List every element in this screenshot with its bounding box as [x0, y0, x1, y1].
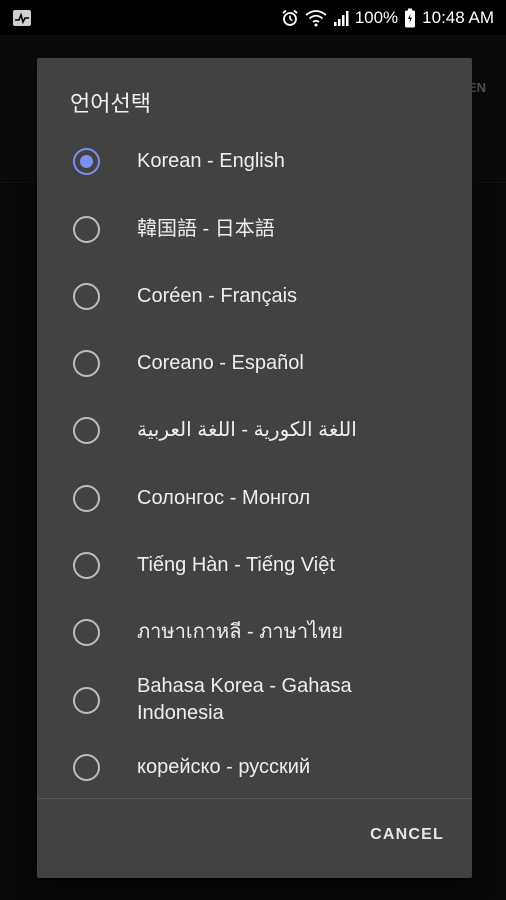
language-option-label: Bahasa Korea - Gahasa Indonesia [137, 675, 352, 724]
status-bar: 100% 10:48 AM [0, 0, 506, 35]
language-option-label: ภาษาเกาหลี - ภาษาไทย [137, 621, 344, 643]
language-option-label: Солонгос - Монгол [137, 487, 311, 509]
radio-button[interactable] [73, 754, 100, 781]
radio-button[interactable] [73, 619, 100, 646]
battery-percent: 100% [354, 7, 399, 27]
language-option-label: корейско - русский [137, 756, 311, 778]
cancel-button[interactable]: CANCEL [370, 826, 444, 844]
radio-button[interactable] [73, 216, 100, 243]
language-option[interactable]: اللغة الكورية - اللغة العربية [37, 417, 472, 444]
clock: 10:48 AM [422, 7, 494, 27]
radio-selected-dot [80, 155, 93, 168]
language-option[interactable]: ภาษาเกาหลี - ภาษาไทย [37, 619, 472, 646]
language-option[interactable]: Coreano - Español [37, 350, 472, 377]
radio-button[interactable] [73, 283, 100, 310]
language-option[interactable]: корейско - русский [37, 754, 472, 781]
language-option[interactable]: Korean - English [37, 148, 472, 175]
wifi-icon [305, 9, 327, 27]
radio-button[interactable] [73, 485, 100, 512]
dialog-title: 언어선택 [70, 92, 151, 117]
language-select-dialog: 언어선택 Korean - English 韓国語 - 日本語 Coréen -… [37, 58, 472, 878]
activity-icon [12, 9, 32, 27]
language-option-label: Coréen - Français [137, 285, 298, 307]
language-option-label: 韓国語 - 日本語 [137, 218, 275, 240]
language-option-label: Coreano - Español [137, 352, 304, 374]
signal-icon [333, 9, 349, 27]
radio-button[interactable] [73, 350, 100, 377]
battery-icon [404, 8, 416, 28]
language-option[interactable]: Bahasa Korea - Gahasa Indonesia [37, 673, 472, 727]
radio-button[interactable] [73, 417, 100, 444]
alarm-icon [281, 9, 299, 27]
language-option[interactable]: Солонгос - Монгол [37, 485, 472, 512]
language-option-label: Korean - English [137, 150, 285, 172]
language-option[interactable]: Coréen - Français [37, 283, 472, 310]
status-right: 100% 10:48 AM [281, 8, 494, 28]
language-options-list[interactable]: Korean - English 韓国語 - 日本語 Coréen - Fran… [37, 128, 472, 796]
language-option-label: Tiếng Hàn - Tiếng Việt [137, 554, 335, 576]
dialog-divider [37, 798, 472, 799]
radio-button[interactable] [73, 148, 100, 175]
radio-button[interactable] [73, 686, 100, 714]
status-left [12, 9, 32, 27]
radio-button[interactable] [73, 552, 100, 579]
language-option[interactable]: Tiếng Hàn - Tiếng Việt [37, 552, 472, 579]
language-option-label: اللغة الكورية - اللغة العربية [137, 419, 357, 441]
language-option[interactable]: 韓国語 - 日本語 [37, 216, 472, 243]
